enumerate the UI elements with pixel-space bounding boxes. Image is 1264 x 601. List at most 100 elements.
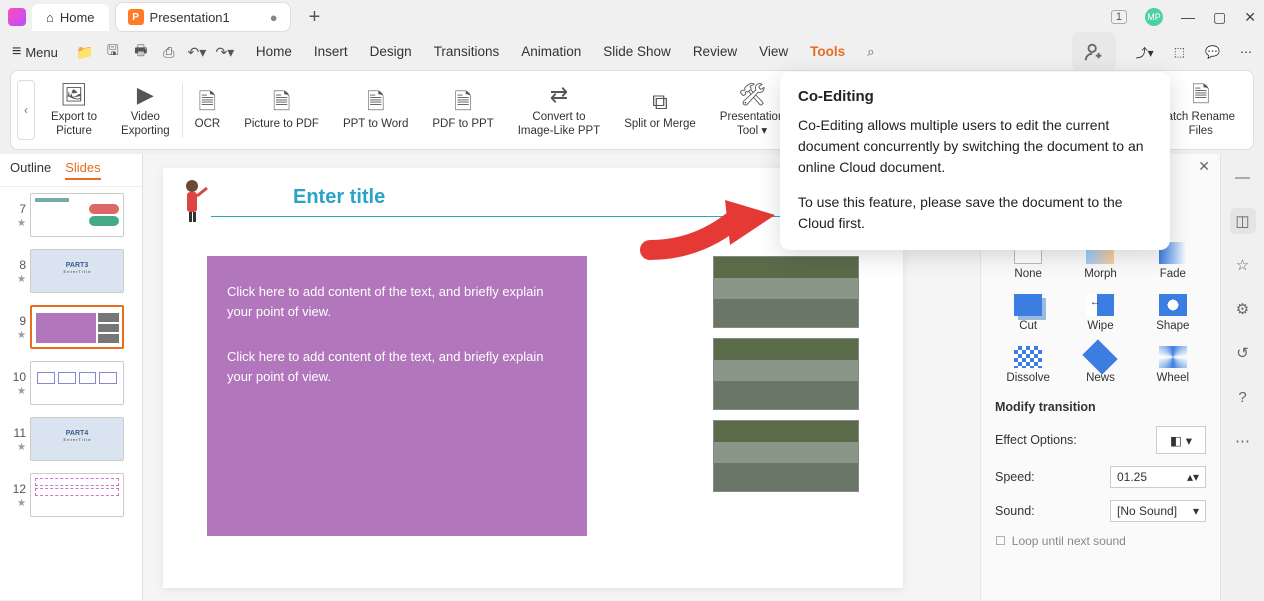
slides-tab[interactable]: Slides: [65, 160, 100, 180]
convert-image-ppt-button[interactable]: ⇄Convert to Image-Like PPT: [506, 80, 612, 141]
home-icon: ⌂: [46, 10, 54, 25]
redo-icon[interactable]: ↷▾: [216, 43, 234, 61]
pdf-to-ppt-button[interactable]: 🗎PDF to PPT: [420, 87, 505, 133]
tab-animation[interactable]: Animation: [521, 44, 581, 60]
ribbon-label: atch Rename Files: [1167, 110, 1235, 139]
slide-title[interactable]: Enter title: [293, 186, 385, 209]
tab-insert[interactable]: Insert: [314, 44, 348, 60]
modify-transition-label: Modify transition: [995, 400, 1206, 414]
thumb-12[interactable]: 12★: [0, 467, 142, 523]
classroom-image-1[interactable]: [713, 256, 859, 328]
coediting-button[interactable]: [1072, 32, 1116, 72]
checkbox-icon: ☐: [995, 534, 1006, 548]
minimize-button[interactable]: —: [1181, 9, 1195, 25]
transitions-rail-button[interactable]: ◫: [1230, 208, 1256, 234]
menubar-right: ⤴▾ ⬚ 💬 ⋯: [1072, 32, 1252, 72]
close-pane-button[interactable]: ✕: [1198, 158, 1210, 175]
home-tab[interactable]: ⌂ Home: [32, 4, 109, 31]
transition-wheel[interactable]: Wheel: [1140, 346, 1206, 384]
classroom-image-3[interactable]: [713, 420, 859, 492]
presenter-graphic: [175, 178, 209, 224]
split-merge-button[interactable]: ⧉Split or Merge: [612, 87, 708, 133]
app-icon: [8, 8, 26, 26]
save-icon[interactable]: 🖫: [104, 43, 122, 61]
hamburger-icon[interactable]: ≡: [12, 43, 21, 61]
thumb-10[interactable]: 10★: [0, 355, 142, 411]
slide-thumb: PART3E n t e r T i t l e: [30, 249, 124, 293]
ribbon-label: Convert to Image-Like PPT: [518, 110, 600, 139]
ribbon-scroll-left[interactable]: ‹: [17, 80, 35, 140]
ocr-icon: 🗎: [199, 89, 217, 115]
slide-thumb: [30, 473, 124, 517]
more-rail-button[interactable]: ⋯: [1230, 428, 1256, 454]
tooltip-text-2: To use this feature, please save the doc…: [798, 192, 1152, 234]
doc-tab[interactable]: P Presentation1 ●: [115, 2, 291, 32]
print-icon[interactable]: 🖶: [132, 43, 150, 61]
classroom-image-2[interactable]: [713, 338, 859, 410]
transition-wipe[interactable]: ←Wipe: [1067, 294, 1133, 332]
thumb-9[interactable]: 9★: [0, 299, 142, 355]
sound-select[interactable]: [No Sound]▾: [1110, 500, 1206, 522]
help-rail-button[interactable]: ?: [1230, 384, 1256, 410]
search-icon[interactable]: ⌕: [867, 44, 875, 60]
tab-design[interactable]: Design: [370, 44, 412, 60]
spinner-icon: ▴▾: [1187, 470, 1199, 484]
undo-icon[interactable]: ↶▾: [188, 43, 206, 61]
thumb-8[interactable]: 8★PART3E n t e r T i t l e: [0, 243, 142, 299]
print-preview-icon[interactable]: ⎙: [160, 43, 178, 61]
transition-dissolve[interactable]: Dissolve: [995, 346, 1061, 384]
export-picture-button[interactable]: 🖼Export to Picture: [39, 80, 109, 141]
settings-rail-button[interactable]: ⚙: [1230, 296, 1256, 322]
video-export-button[interactable]: ▶Video Exporting: [109, 80, 182, 141]
chat-icon[interactable]: 💬: [1205, 45, 1220, 59]
ribbon-label: PDF to PPT: [432, 117, 493, 131]
thumbnails[interactable]: 7★ 8★PART3E n t e r T i t l e 9★ 10★ 11★…: [0, 187, 142, 601]
cloud-icon[interactable]: ⬚: [1174, 45, 1185, 59]
new-tab-button[interactable]: +: [301, 6, 329, 29]
open-icon[interactable]: 📁: [76, 43, 94, 61]
history-rail-button[interactable]: ↺: [1230, 340, 1256, 366]
word-icon: 🗎: [367, 89, 385, 115]
effect-options-row: Effect Options: ◧▾: [995, 426, 1206, 454]
collapse-rail-button[interactable]: —: [1230, 164, 1256, 190]
favorites-rail-button[interactable]: ☆: [1230, 252, 1256, 278]
menu-button[interactable]: Menu: [25, 45, 58, 60]
news-icon: [1083, 339, 1118, 374]
thumb-7[interactable]: 7★: [0, 187, 142, 243]
picture-icon: 🖼: [60, 82, 88, 108]
ppt-to-word-button[interactable]: 🗎PPT to Word: [331, 87, 420, 133]
slide-navigator: Outline Slides 7★ 8★PART3E n t e r T i t…: [0, 154, 143, 600]
avatar[interactable]: MP: [1145, 8, 1163, 26]
animation-icon: ★: [17, 330, 26, 341]
convert-icon: ⇄: [550, 82, 568, 108]
more-icon[interactable]: ⋯: [1240, 45, 1252, 59]
transition-shape[interactable]: Shape: [1140, 294, 1206, 332]
sound-label: Sound:: [995, 504, 1035, 518]
navigator-tabs: Outline Slides: [0, 154, 142, 187]
animation-icon: ★: [17, 442, 26, 453]
ocr-button[interactable]: 🗎 OCR: [183, 87, 233, 133]
slide-images: [713, 256, 859, 492]
transition-news[interactable]: News: [1067, 346, 1133, 384]
loop-checkbox-row[interactable]: ☐ Loop until next sound: [995, 534, 1206, 548]
tab-home[interactable]: Home: [256, 44, 292, 60]
tab-view[interactable]: View: [759, 44, 788, 60]
maximize-button[interactable]: ▢: [1213, 9, 1226, 26]
speed-input[interactable]: 01.25▴▾: [1110, 466, 1206, 488]
close-window-button[interactable]: ✕: [1244, 9, 1256, 26]
tab-tools[interactable]: Tools: [810, 44, 845, 60]
outline-tab[interactable]: Outline: [10, 160, 51, 180]
transition-cut[interactable]: Cut: [995, 294, 1061, 332]
ribbon-label: OCR: [195, 117, 221, 131]
tab-transitions[interactable]: Transitions: [434, 44, 500, 60]
content-box[interactable]: Click here to add content of the text, a…: [207, 256, 587, 536]
animation-icon: ★: [17, 498, 26, 509]
thumb-11[interactable]: 11★PART4E n t e r T i t l e: [0, 411, 142, 467]
tab-slideshow[interactable]: Slide Show: [603, 44, 671, 60]
tab-review[interactable]: Review: [693, 44, 737, 60]
slide-thumb: [30, 361, 124, 405]
share-icon[interactable]: ⤴▾: [1136, 44, 1154, 61]
effect-options-button[interactable]: ◧▾: [1156, 426, 1206, 454]
loop-label: Loop until next sound: [1012, 534, 1126, 548]
picture-to-pdf-button[interactable]: 🗎Picture to PDF: [232, 87, 331, 133]
